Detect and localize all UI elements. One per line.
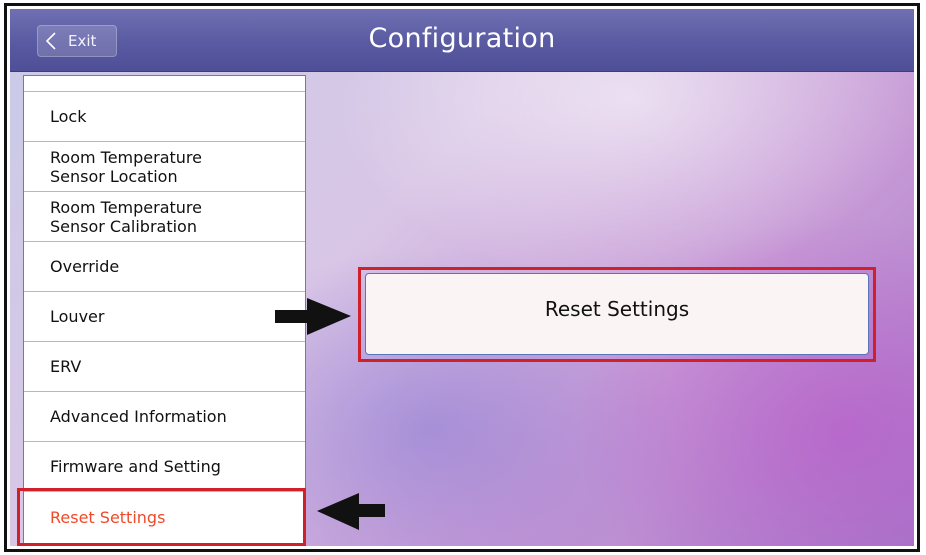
menu-item-label: Lock [50,107,87,126]
reset-settings-item-highlight [17,488,306,546]
screenshot-frame: Exit Configuration Lock Room Temperature… [4,3,920,552]
arrow-right-icon [275,298,351,335]
menu-item-erv[interactable]: ERV [24,342,305,392]
menu-item-label: Louver [50,307,105,326]
page-title: Configuration [368,23,556,54]
menu-item-label: Advanced Information [50,407,227,426]
reset-settings-button[interactable]: Reset Settings [365,273,869,355]
reset-settings-highlight: Reset Settings [358,267,876,362]
menu-item-advanced-information[interactable]: Advanced Information [24,392,305,442]
title-bar: Exit Configuration [10,9,914,72]
menu-item-room-temperature-sensor-location[interactable]: Room Temperature Sensor Location [24,142,305,192]
menu-item-label: Firmware and Setting [50,457,221,476]
reset-settings-label: Reset Settings [544,297,690,321]
menu-item-label: Room Temperature Sensor Location [50,147,202,186]
menu-scroll-top [24,76,305,92]
configuration-screen: Exit Configuration Lock Room Temperature… [10,9,914,546]
menu-item-room-temperature-sensor-calibration[interactable]: Room Temperature Sensor Calibration [24,192,305,242]
arrow-left-icon [317,493,385,530]
menu-item-firmware-and-setting[interactable]: Firmware and Setting [24,442,305,492]
menu-item-label: Room Temperature Sensor Calibration [50,197,202,236]
menu-item-louver[interactable]: Louver [24,292,305,342]
menu-item-lock[interactable]: Lock [24,92,305,142]
settings-menu: Lock Room Temperature Sensor Location Ro… [23,75,306,546]
menu-item-override[interactable]: Override [24,242,305,292]
menu-item-label: Override [50,257,120,276]
menu-item-label: ERV [50,357,82,376]
